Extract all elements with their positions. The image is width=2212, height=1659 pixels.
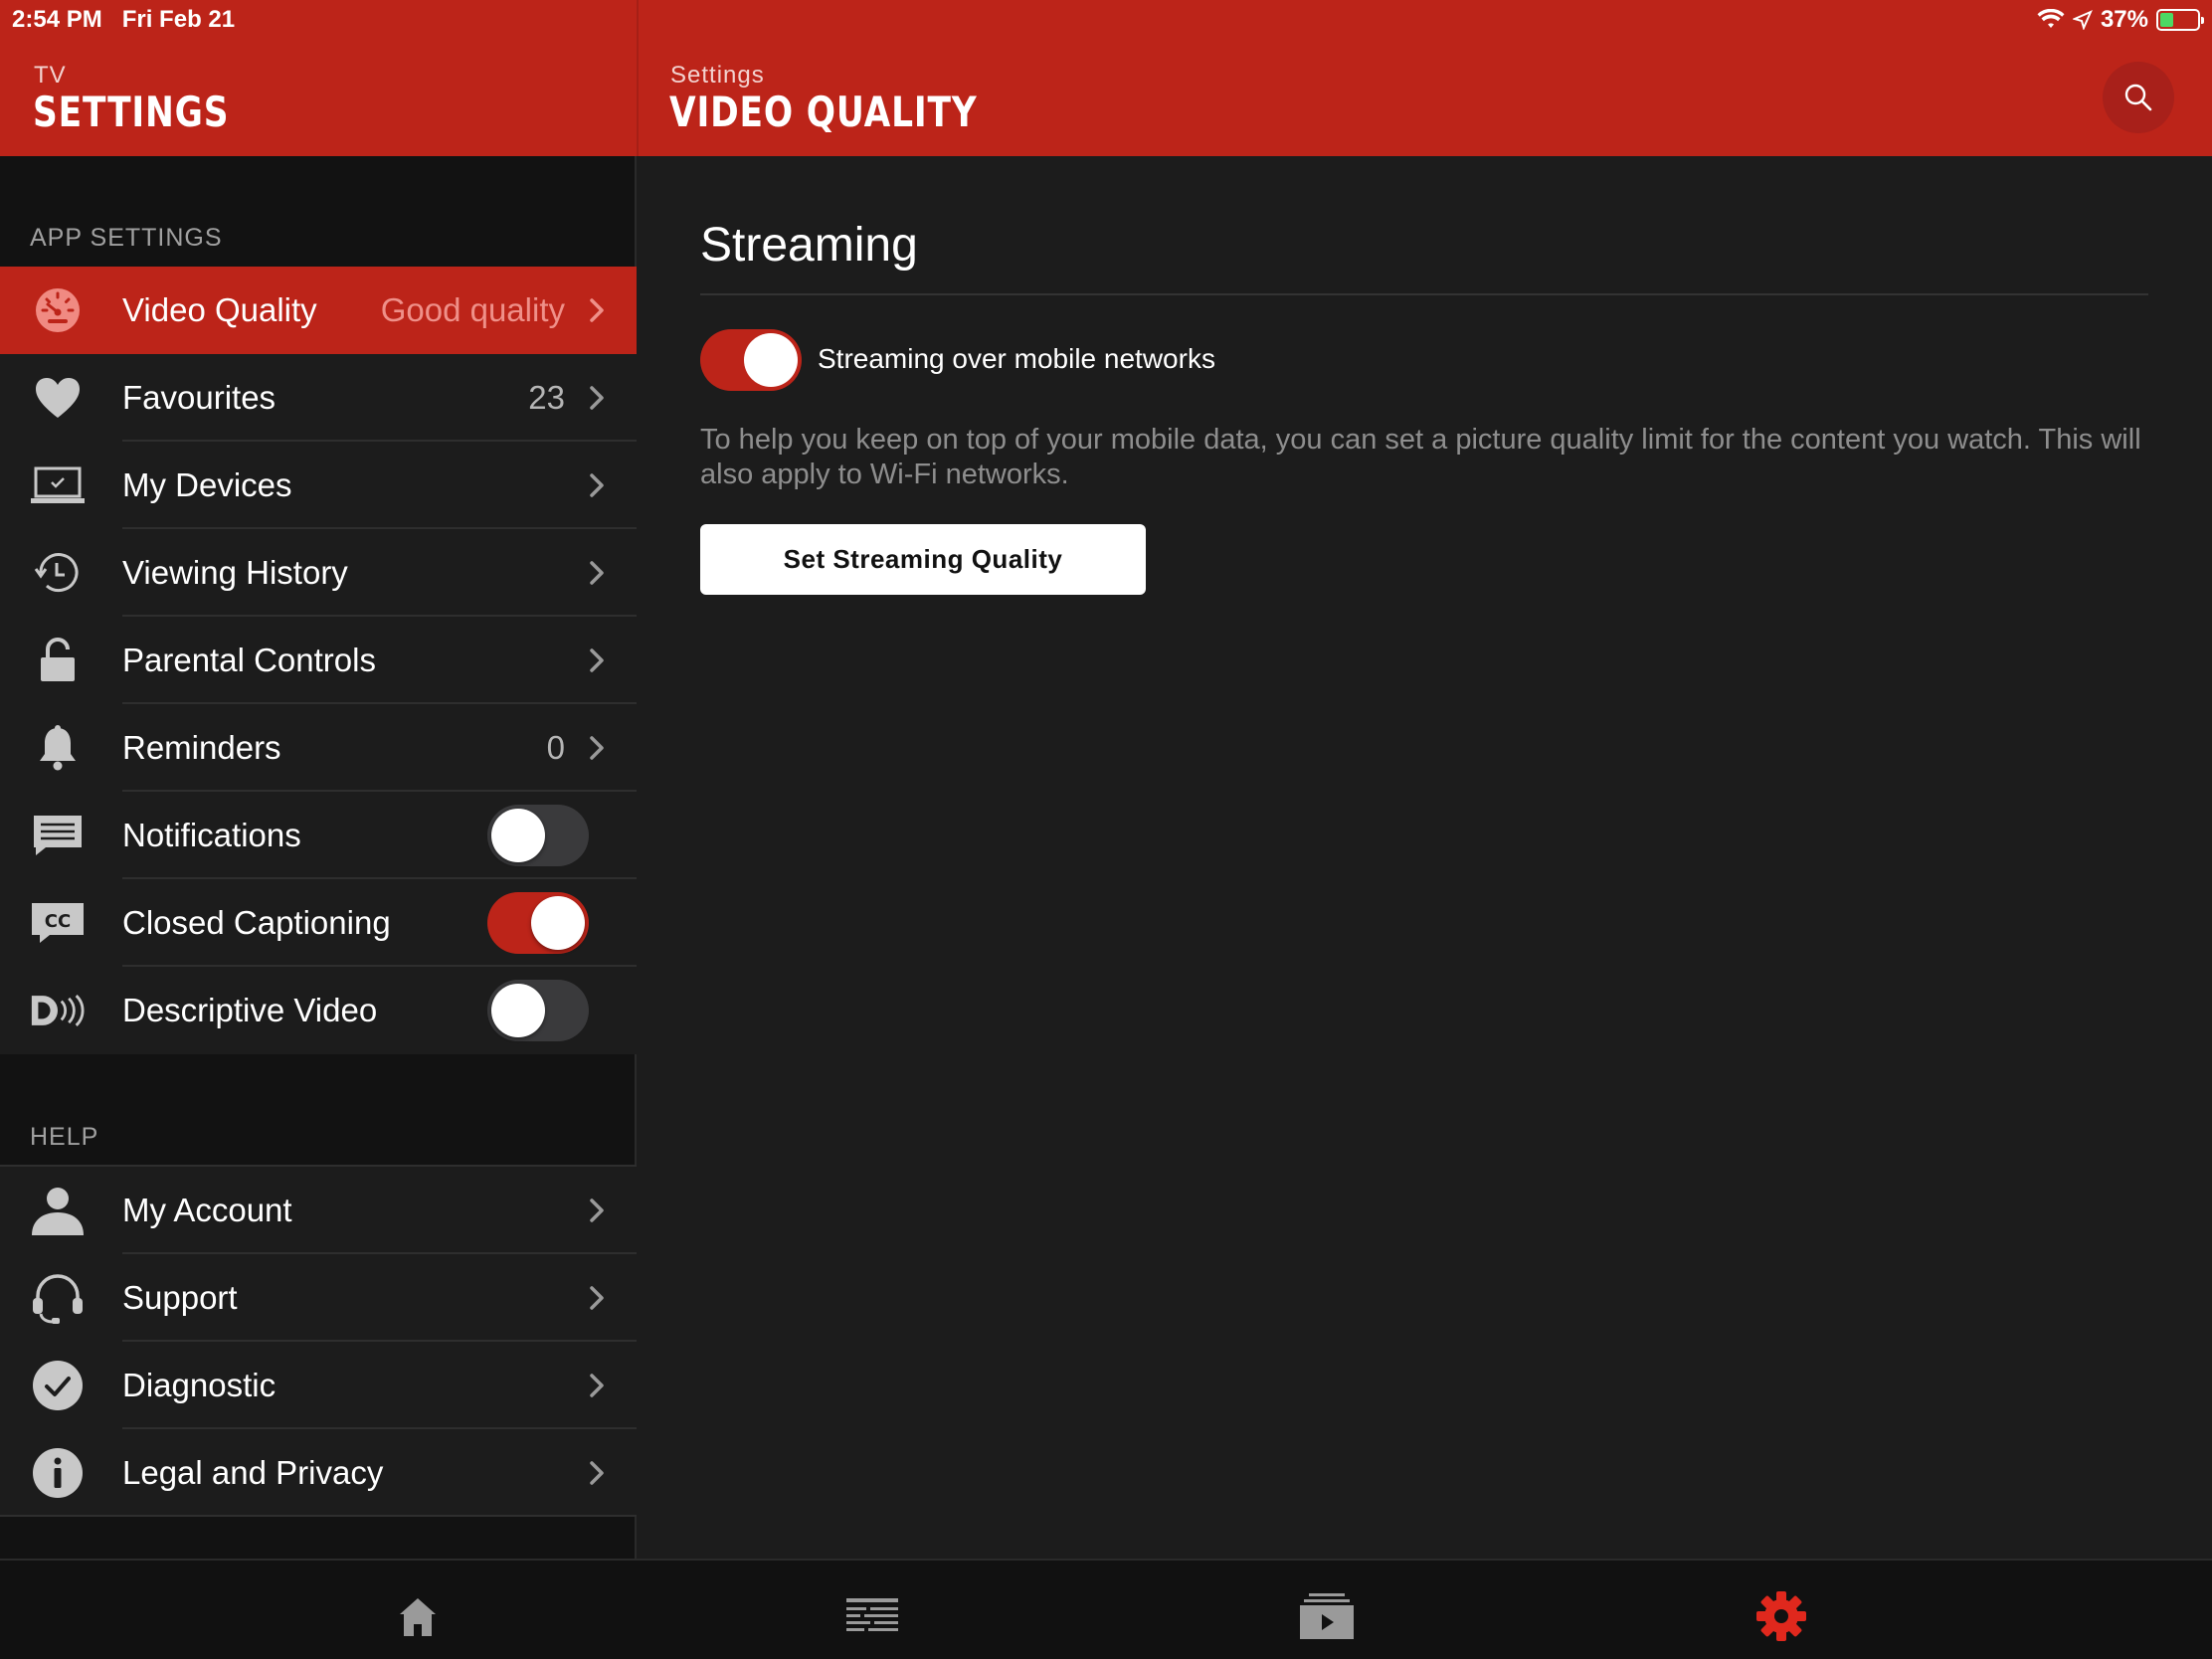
chevron-right-icon [590, 736, 604, 760]
sidebar-item-closed-captioning: CC Closed Captioning [0, 879, 637, 967]
sidebar-item-label: Video Quality [122, 291, 317, 328]
sidebar-item-viewing-history[interactable]: Viewing History [0, 529, 637, 617]
sidebar-item-parental-controls[interactable]: Parental Controls [0, 617, 637, 704]
sidebar-item-my-account[interactable]: My Account [0, 1167, 637, 1254]
sidebar-item-reminders[interactable]: Reminders 0 [0, 704, 637, 792]
reminders-count: 0 [546, 729, 565, 766]
sidebar-item-video-quality[interactable]: Video Quality Good quality [0, 267, 637, 354]
guide-icon [846, 1598, 898, 1631]
check-circle-icon [30, 1361, 86, 1410]
library-icon [1300, 1593, 1354, 1639]
sidebar-item-legal-and-privacy[interactable]: Legal and Privacy [0, 1429, 637, 1517]
notifications-toggle[interactable] [487, 805, 589, 866]
closed-captioning-toggle[interactable] [487, 892, 589, 954]
sidebar-item-label: Viewing History [122, 554, 348, 591]
bell-icon [30, 724, 86, 772]
chevron-right-icon [590, 1374, 604, 1397]
streaming-description: To help you keep on top of your mobile d… [700, 424, 2141, 490]
sidebar-item-label: My Account [122, 1192, 292, 1228]
chevron-right-icon [590, 1198, 604, 1222]
sidebar-item-notifications: Notifications [0, 792, 637, 879]
sidebar-item-label: Descriptive Video [122, 992, 378, 1028]
tab-library[interactable] [1297, 1590, 1357, 1642]
chevron-right-icon [590, 561, 604, 585]
sidebar-item-label: Diagnostic [122, 1367, 276, 1403]
sidebar-header-subtitle: TV [34, 62, 67, 89]
cc-icon: CC [30, 899, 86, 947]
set-streaming-quality-button[interactable]: Set Streaming Quality [700, 524, 1146, 595]
sidebar-item-label: Closed Captioning [122, 904, 391, 941]
settings-sidebar: APP SETTINGS Video Quality Good quality [0, 156, 637, 1559]
person-icon [30, 1187, 86, 1235]
tab-guide[interactable] [842, 1590, 902, 1642]
speedometer-icon [30, 286, 86, 334]
chevron-right-icon [590, 473, 604, 497]
laptop-icon [30, 461, 86, 509]
sidebar-item-label: Reminders [122, 729, 281, 766]
battery-percent: 37% [2100, 6, 2148, 33]
section-divider [700, 293, 2148, 295]
search-icon [2124, 84, 2152, 111]
status-bar: 2:54 PM Fri Feb 21 37% [0, 0, 2212, 40]
descriptive-video-icon [30, 987, 86, 1034]
lock-icon [30, 637, 86, 684]
section-title-streaming: Streaming [700, 219, 918, 272]
chevron-right-icon [590, 298, 604, 322]
wifi-icon [2037, 9, 2065, 28]
chevron-right-icon [590, 386, 604, 410]
sidebar-item-descriptive-video: Descriptive Video [0, 967, 637, 1054]
message-icon [30, 812, 86, 859]
tab-bar [0, 1559, 2212, 1659]
sidebar-item-favourites[interactable]: Favourites 23 [0, 354, 637, 442]
home-icon [400, 1598, 436, 1636]
search-button[interactable] [2103, 62, 2174, 133]
section-label-help: HELP [30, 1123, 99, 1151]
video-quality-panel: Streaming Streaming over mobile networks… [639, 156, 2212, 1559]
mobile-streaming-label: Streaming over mobile networks [818, 343, 1215, 374]
sidebar-header-title: SETTINGS [33, 88, 230, 136]
sidebar-item-my-devices[interactable]: My Devices [0, 442, 637, 529]
mobile-streaming-toggle[interactable] [700, 329, 802, 391]
settings-gear-icon [1756, 1591, 1806, 1641]
favourites-count: 23 [528, 379, 565, 416]
heart-icon [30, 374, 86, 422]
sidebar-item-label: Notifications [122, 817, 301, 853]
sidebar-item-label: Support [122, 1279, 238, 1316]
chevron-right-icon [590, 648, 604, 672]
group-separator [0, 1515, 637, 1517]
status-right: 37% [2037, 6, 2204, 34]
page-title: VIDEO QUALITY [669, 88, 978, 136]
chevron-right-icon [590, 1286, 604, 1310]
sidebar-item-diagnostic[interactable]: Diagnostic [0, 1342, 637, 1429]
sidebar-item-label: Parental Controls [122, 642, 376, 678]
headset-icon [30, 1274, 86, 1324]
svg-text:CC: CC [45, 911, 71, 932]
tab-home[interactable] [388, 1590, 448, 1642]
breadcrumb: Settings [670, 62, 765, 89]
descriptive-video-toggle[interactable] [487, 980, 589, 1041]
sidebar-item-label: Legal and Privacy [122, 1454, 384, 1491]
info-icon [30, 1448, 86, 1498]
sidebar-item-label: Favourites [122, 379, 276, 416]
status-time: 2:54 PM Fri Feb 21 [12, 6, 236, 33]
battery-charging-icon [2156, 9, 2204, 31]
location-icon [2072, 10, 2093, 30]
section-label-app-settings: APP SETTINGS [30, 224, 223, 252]
sidebar-item-support[interactable]: Support [0, 1254, 637, 1342]
sidebar-item-value: Good quality [380, 291, 565, 328]
chevron-right-icon [590, 1461, 604, 1485]
tab-settings[interactable] [1751, 1590, 1811, 1642]
sidebar-item-label: My Devices [122, 466, 292, 503]
history-icon [30, 549, 86, 597]
